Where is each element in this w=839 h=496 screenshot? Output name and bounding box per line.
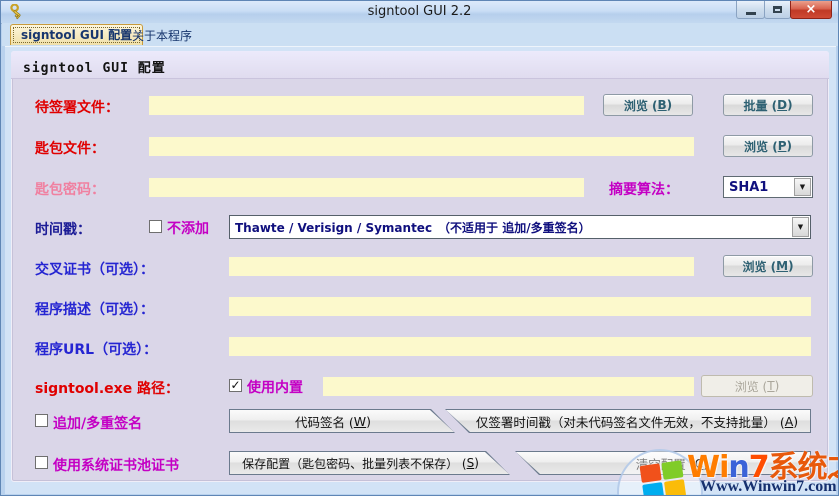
no-timestamp-checkbox-label: 不添加: [167, 218, 209, 238]
save-config-button[interactable]: 保存配置（匙包密码、批量列表不保存） (S): [229, 451, 510, 475]
close-button[interactable]: ×: [790, 1, 832, 19]
watermark-site-url: Www.Winwin7.com: [700, 478, 837, 496]
maximize-button[interactable]: [764, 1, 791, 19]
timestamp-server-select[interactable]: Thawte / Verisign / Symantec （不适用于 追加/多重…: [229, 215, 811, 239]
tab-strip: signtool GUI 配置 关于本程序: [2, 23, 839, 46]
digest-selected-value: SHA1: [724, 177, 793, 197]
target-file-label: 待签署文件：: [35, 97, 119, 117]
signtool-path-label: signtool.exe 路径：: [35, 378, 179, 398]
timestamp-only-button-label: 仅签署时间戳（对未代码签名文件无效，不支持批量） (A): [446, 410, 810, 432]
append-sign-checkbox-label: 追加/多重签名: [53, 413, 142, 433]
close-icon: ×: [806, 2, 817, 17]
app-window: signtool GUI 2.2 × signtool GUI 配置 关于本程序…: [0, 0, 839, 496]
append-sign-checkbox[interactable]: ✓: [35, 414, 48, 427]
timestamp-dropdown-button[interactable]: ▼: [792, 217, 809, 237]
browse-target-button[interactable]: 浏览 (B): [603, 94, 693, 116]
system-store-checkbox-label: 使用系统证书池证书: [53, 455, 179, 475]
digest-select[interactable]: SHA1 ▼: [723, 176, 813, 198]
description-label: 程序描述（可选）：: [35, 299, 154, 319]
use-builtin-checkbox[interactable]: ✓: [229, 379, 242, 392]
save-config-button-label: 保存配置（匙包密码、批量列表不保存） (S): [230, 452, 509, 474]
browse-signtool-button[interactable]: 浏览 (T): [701, 375, 813, 397]
program-url-input[interactable]: [229, 337, 811, 356]
timestamp-only-button[interactable]: 仅签署时间戳（对未代码签名文件无效，不支持批量） (A): [445, 409, 811, 433]
code-sign-button[interactable]: 代码签名 (W): [229, 409, 455, 433]
window-title: signtool GUI 2.2: [1, 4, 838, 19]
tab-config[interactable]: signtool GUI 配置: [10, 24, 143, 45]
browse-cross-cert-button[interactable]: 浏览 (M): [723, 255, 813, 277]
minimize-button[interactable]: [736, 1, 765, 19]
timestamp-label: 时间戳：: [35, 219, 91, 239]
cross-cert-label: 交叉证书（可选）：: [35, 259, 154, 279]
use-builtin-checkbox-label: 使用内置: [247, 377, 303, 397]
key-file-input[interactable]: [149, 137, 694, 156]
signtool-path-input[interactable]: [323, 377, 694, 396]
tab-about[interactable]: 关于本程序: [126, 27, 198, 45]
target-file-input[interactable]: [149, 96, 584, 115]
description-input[interactable]: [229, 297, 811, 316]
timestamp-server-value: Thawte / Verisign / Symantec （不适用于 追加/多重…: [230, 216, 791, 238]
cross-cert-input[interactable]: [229, 257, 694, 276]
digest-dropdown-button[interactable]: ▼: [794, 178, 811, 196]
batch-button[interactable]: 批量 (D): [723, 94, 813, 116]
title-bar[interactable]: signtool GUI 2.2 ×: [1, 1, 838, 24]
no-timestamp-checkbox[interactable]: ✓: [149, 220, 162, 233]
windows-logo-icon: [634, 457, 692, 496]
check-icon: ✓: [230, 379, 240, 391]
browse-keyfile-button[interactable]: 浏览 (P): [723, 135, 813, 157]
key-password-input[interactable]: [149, 178, 584, 197]
minimize-icon: [746, 12, 756, 15]
digest-label: 摘要算法：: [609, 179, 679, 199]
key-password-label: 匙包密码：: [35, 179, 105, 199]
chevron-down-icon: ▼: [798, 223, 803, 231]
system-store-checkbox[interactable]: ✓: [35, 456, 48, 469]
groupbox-title: signtool GUI 配置: [23, 57, 166, 76]
maximize-icon: [773, 6, 782, 13]
code-sign-button-label: 代码签名 (W): [230, 410, 454, 432]
key-file-label: 匙包文件：: [35, 138, 105, 158]
program-url-label: 程序URL（可选）：: [35, 339, 157, 359]
chevron-down-icon: ▼: [800, 183, 805, 191]
